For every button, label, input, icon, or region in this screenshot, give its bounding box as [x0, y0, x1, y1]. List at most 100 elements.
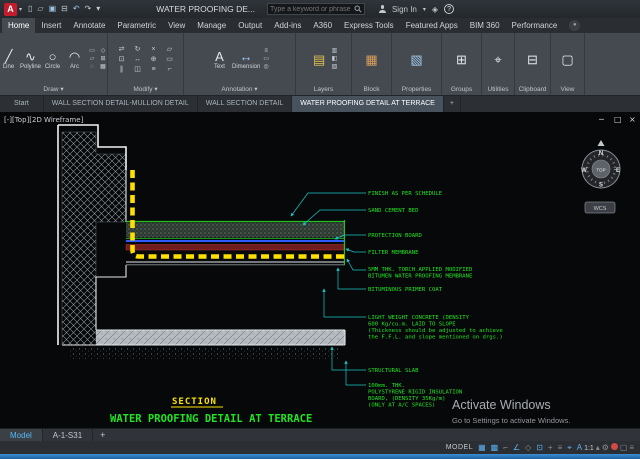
customization-menu-icon[interactable]: ≡	[629, 443, 634, 452]
ribbon-options-icon[interactable]: ●	[569, 20, 580, 31]
insert-block-button[interactable]: ▦	[362, 52, 381, 67]
dimension-button[interactable]: ↔ Dimension	[232, 49, 260, 70]
compass-north-label[interactable]: N	[599, 151, 603, 157]
help-icon[interactable]: ?	[444, 4, 454, 14]
ribbon-tab-express-tools[interactable]: Express Tools	[338, 18, 400, 33]
new-file-icon[interactable]: ▯	[28, 0, 32, 18]
ribbon-tab-output[interactable]: Output	[232, 18, 268, 33]
ribbon-tab-view[interactable]: View	[162, 18, 191, 33]
view-button[interactable]: ▢	[558, 52, 577, 67]
search-input[interactable]	[270, 4, 354, 14]
ellipse-tool-icon[interactable]: ◇	[98, 48, 108, 55]
save-icon[interactable]: ▣	[49, 0, 57, 18]
panel-label-utilities[interactable]: Utilities	[482, 84, 514, 95]
polyline-button[interactable]: ∿ Polyline	[21, 49, 40, 70]
gradient-tool-icon[interactable]: ▦	[98, 64, 108, 71]
autoscale-icon[interactable]: ▴	[596, 443, 600, 452]
layout-tab-a-1-s31[interactable]: A-1-S31	[43, 429, 93, 441]
window-restore-icon[interactable]: □	[614, 115, 622, 124]
compass-top-label[interactable]: TOP	[596, 168, 605, 173]
ribbon-tab-parametric[interactable]: Parametric	[111, 18, 162, 33]
panel-label-layers[interactable]: Layers	[296, 84, 351, 95]
annotation-scale-indicator[interactable]: 1:1	[584, 445, 594, 452]
model-space-indicator[interactable]: MODEL	[446, 444, 473, 451]
offset-tool-icon[interactable]: ∥	[115, 65, 129, 74]
viewport-controls[interactable]: [-][Top][2D Wireframe]	[4, 116, 84, 124]
panel-label-clipboard[interactable]: Clipboard	[515, 84, 550, 95]
circle-button[interactable]: ○ Circle	[43, 49, 62, 70]
panel-label-groups[interactable]: Groups	[442, 84, 481, 95]
ortho-toggle-icon[interactable]: ⌐	[503, 441, 508, 454]
region-tool-icon[interactable]: ⊞	[98, 56, 108, 63]
performance-badge[interactable]	[611, 443, 618, 450]
print-icon[interactable]: ⊟	[61, 0, 68, 18]
move-tool-icon[interactable]: ⇄	[115, 45, 129, 54]
layer-state-icon[interactable]: ▥	[332, 48, 338, 55]
text-button[interactable]: A Text	[210, 49, 229, 70]
compass-north-pointer-icon[interactable]	[598, 140, 605, 146]
sign-in-button[interactable]: Sign In	[392, 5, 417, 14]
stretch-tool-icon[interactable]: ▭	[163, 55, 177, 64]
a360-icon[interactable]: ◈	[432, 5, 438, 14]
ribbon-tab-bim-360[interactable]: BIM 360	[464, 18, 506, 33]
compass-south-label[interactable]: S	[599, 183, 603, 189]
rectangle-tool-icon[interactable]: ▭	[87, 48, 97, 55]
workspace-gear-icon[interactable]: ⚙	[602, 443, 609, 452]
window-close-icon[interactable]: ×	[629, 115, 636, 124]
sign-in-dropdown-icon[interactable]: ▾	[423, 6, 426, 13]
doc-tab-wall-section-detail[interactable]: WALL SECTION DETAIL	[198, 96, 293, 112]
panel-label-annotation[interactable]: Annotation ▾	[184, 84, 295, 95]
panel-label-draw[interactable]: Draw ▾	[0, 84, 107, 95]
grid-toggle-icon[interactable]: ▦	[478, 441, 486, 454]
layer-freeze-icon[interactable]: ▨	[332, 64, 338, 71]
line-button[interactable]: ╱ Line	[0, 49, 18, 70]
paste-button[interactable]: ⊟	[523, 52, 542, 67]
window-minimize-icon[interactable]: ─	[598, 115, 604, 124]
undo-icon[interactable]: ↶	[73, 0, 80, 18]
fillet-tool-icon[interactable]: ⊕	[147, 55, 161, 64]
clean-screen-icon[interactable]: ▢	[620, 443, 628, 452]
layer-isolate-icon[interactable]: ◧	[332, 56, 338, 63]
app-logo-icon[interactable]: A	[4, 3, 17, 16]
erase-tool-icon[interactable]: ×	[147, 45, 161, 54]
arc-button[interactable]: ◠ Arc	[65, 49, 84, 70]
isodraft-toggle-icon[interactable]: ◇	[525, 441, 531, 454]
snap-toggle-icon[interactable]: ▩	[491, 441, 499, 454]
model-tab[interactable]: Model	[0, 429, 43, 441]
dynamic-input-icon[interactable]: ⌖	[567, 441, 572, 454]
group-button[interactable]: ⊞	[452, 52, 471, 67]
polar-tracking-icon[interactable]: ∠	[513, 441, 520, 454]
centerline-tool-icon[interactable]: ◎	[263, 64, 269, 71]
app-menu-dropdown-icon[interactable]: ▾	[19, 6, 22, 13]
redo-icon[interactable]: ↷	[85, 0, 92, 18]
lineweight-toggle-icon[interactable]: ≡	[558, 441, 563, 454]
doc-tab-start[interactable]: Start	[0, 96, 44, 112]
wcs-indicator[interactable]: WCS	[585, 202, 615, 213]
table-tool-icon[interactable]: ▭	[263, 56, 269, 63]
trim-tool-icon[interactable]: ▱	[163, 45, 177, 54]
measure-button[interactable]: ⌖	[489, 52, 508, 67]
array-tool-icon[interactable]: ◫	[131, 65, 145, 74]
panel-label-modify[interactable]: Modify ▾	[108, 84, 183, 95]
point-tool-icon[interactable]: ◌	[87, 64, 97, 71]
panel-label-block[interactable]: Block	[352, 84, 391, 95]
scale-tool-icon[interactable]: ≡	[147, 65, 161, 74]
ribbon-tab-manage[interactable]: Manage	[191, 18, 232, 33]
leader-tool-icon[interactable]: ≡	[263, 48, 269, 55]
properties-button[interactable]: ▧	[407, 52, 426, 67]
ribbon-tab-insert[interactable]: Insert	[35, 18, 67, 33]
open-file-icon[interactable]: ▱	[37, 0, 43, 18]
compass-east-label[interactable]: E	[616, 168, 620, 174]
doc-tab-water-proofing-detail[interactable]: WATER PROOFING DETAIL AT TERRACE	[292, 96, 444, 112]
model-space-canvas[interactable]: [-][Top][2D Wireframe] ─ □ ×	[0, 112, 640, 428]
mirror-tool-icon[interactable]: ↔	[131, 55, 145, 64]
ribbon-tab-annotate[interactable]: Annotate	[67, 18, 111, 33]
new-layout-button[interactable]: +	[93, 429, 112, 441]
ribbon-tab-performance[interactable]: Performance	[506, 18, 564, 33]
copy-tool-icon[interactable]: ⊡	[115, 55, 129, 64]
object-snap-tracking-icon[interactable]: +	[548, 441, 553, 454]
annotation-visibility-icon[interactable]: A	[577, 443, 582, 452]
object-snap-icon[interactable]: ⊡	[536, 441, 543, 454]
ribbon-tab-a360[interactable]: A360	[307, 18, 338, 33]
panel-label-view[interactable]: View	[551, 84, 584, 95]
